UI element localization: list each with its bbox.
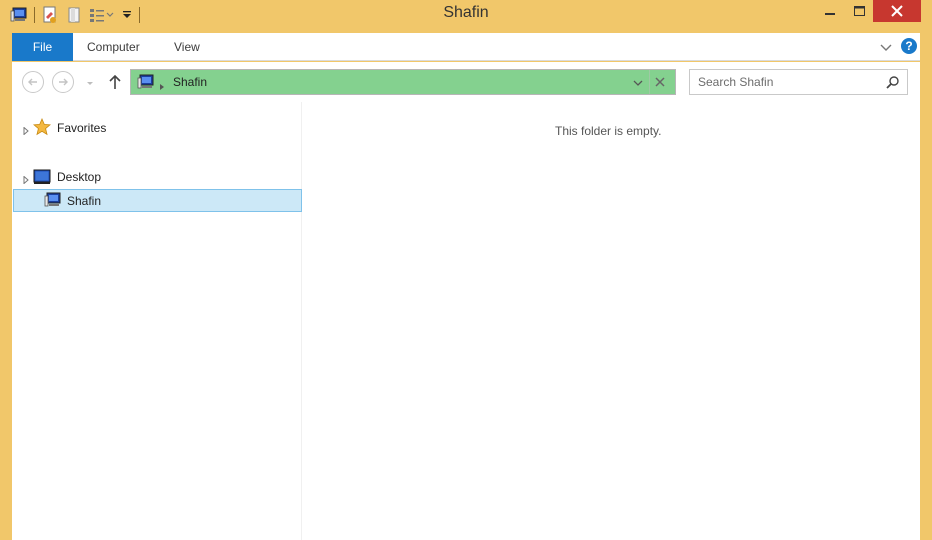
- navigation-bar: Shafin Search Shafin: [12, 62, 920, 102]
- search-box[interactable]: Search Shafin: [689, 69, 908, 95]
- close-button[interactable]: [873, 0, 921, 22]
- desktop-icon: [33, 169, 51, 188]
- minimize-button[interactable]: [816, 0, 844, 22]
- tree-item-label: Desktop: [57, 170, 102, 184]
- breadcrumb-arrow-icon[interactable]: [158, 78, 166, 96]
- expand-ribbon-icon[interactable]: [879, 40, 893, 54]
- maximize-button[interactable]: [846, 0, 872, 22]
- address-history-dropdown-icon[interactable]: [631, 76, 645, 90]
- clear-address-icon[interactable]: [649, 70, 669, 94]
- expand-arrow-icon[interactable]: [22, 124, 30, 136]
- tree-item-favorites[interactable]: Favorites: [12, 116, 302, 140]
- navigation-pane: Favorites Desktop Shafin: [12, 102, 302, 540]
- back-button[interactable]: [22, 71, 44, 93]
- expand-arrow-icon[interactable]: [22, 173, 30, 185]
- search-icon[interactable]: [886, 75, 900, 89]
- tree-item-label: Favorites: [57, 121, 107, 135]
- explorer-content: Favorites Desktop Shafin This folder is …: [12, 102, 920, 540]
- tab-file[interactable]: File: [12, 33, 73, 61]
- computer-icon: [44, 192, 62, 211]
- help-icon[interactable]: ?: [901, 38, 917, 54]
- tree-item-desktop[interactable]: Desktop: [12, 165, 302, 189]
- forward-button[interactable]: [52, 71, 74, 93]
- ribbon-tabs: File Computer View ?: [12, 33, 920, 61]
- tree-item-shafin[interactable]: Shafin: [13, 189, 302, 212]
- window-title: Shafin: [443, 4, 489, 21]
- address-bar[interactable]: Shafin: [130, 69, 676, 95]
- breadcrumb-location[interactable]: Shafin: [173, 75, 207, 89]
- search-input[interactable]: Search Shafin: [698, 75, 773, 89]
- title-bar: Shafin: [0, 0, 932, 32]
- computer-icon: [137, 74, 155, 95]
- empty-folder-message: This folder is empty.: [555, 124, 662, 138]
- explorer-window: Shafin File Computer View ? Shafin Searc…: [0, 0, 932, 540]
- tab-view[interactable]: View: [174, 33, 200, 61]
- tree-item-label: Shafin: [67, 194, 102, 208]
- tab-computer[interactable]: Computer: [87, 33, 140, 61]
- recent-locations-icon[interactable]: [84, 76, 96, 88]
- star-icon: [33, 117, 51, 139]
- up-arrow-icon[interactable]: [106, 72, 124, 92]
